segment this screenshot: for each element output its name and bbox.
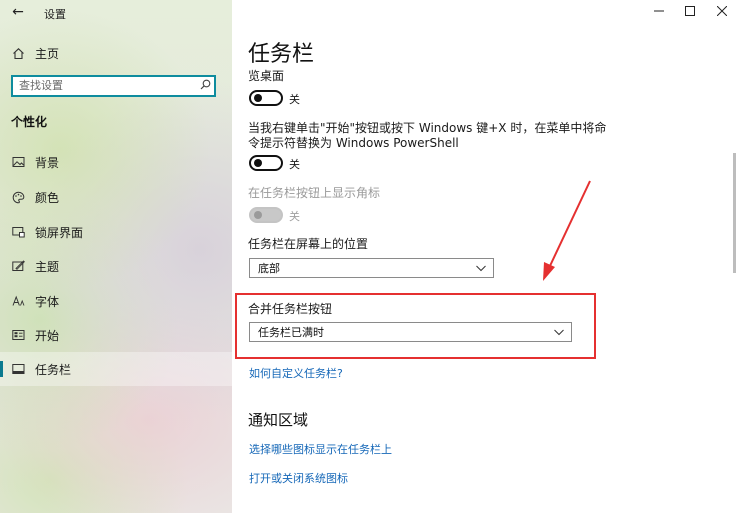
chevron-down-icon [476, 265, 486, 272]
sidebar-item-lockscreen[interactable]: 锁屏界面 [0, 215, 232, 249]
badges-state: 关 [289, 210, 300, 223]
notification-area-title: 通知区域 [248, 411, 309, 429]
badges-toggle[interactable] [249, 207, 283, 223]
peek-label: 览桌面 [248, 69, 285, 83]
sidebar-item-label: 背景 [35, 155, 60, 170]
sidebar-item-label: 锁屏界面 [35, 225, 84, 240]
back-arrow-icon[interactable]: ← [9, 4, 27, 20]
powershell-toggle[interactable] [249, 155, 283, 171]
highlight-box [235, 293, 596, 359]
main-panel: 任务栏 览桌面 关 当我右键单击"开始"按钮或按下 Windows 键+X 时，… [232, 0, 740, 513]
sidebar-item-background[interactable]: 背景 [0, 145, 232, 179]
location-dropdown[interactable]: 底部 [249, 258, 494, 278]
sidebar-item-themes[interactable]: 主题 [0, 249, 232, 283]
system-icons-link[interactable]: 打开或关闭系统图标 [249, 470, 348, 486]
sidebar-item-label: 主页 [35, 46, 60, 61]
sidebar-item-label: 开始 [35, 328, 60, 343]
sidebar-item-home[interactable]: 主页 [0, 36, 232, 70]
picture-icon [11, 155, 25, 169]
sidebar-item-fonts[interactable]: 字体 [0, 284, 232, 318]
peek-state: 关 [289, 93, 300, 106]
page-title: 任务栏 [248, 42, 315, 67]
sidebar-item-label: 主题 [35, 259, 60, 274]
theme-icon [11, 259, 25, 273]
sidebar-item-taskbar[interactable]: 任务栏 [0, 352, 232, 386]
sidebar-item-colors[interactable]: 颜色 [0, 180, 232, 214]
powershell-label-line2: 令提示符替换为 Windows PowerShell [248, 136, 459, 150]
location-value: 底部 [258, 262, 280, 275]
taskbar-icon [11, 362, 25, 376]
section-label: 个性化 [11, 115, 48, 129]
sidebar: ← 设置 主页 个性化 背景 颜色 锁屏界面 主题 [0, 0, 232, 513]
powershell-state: 关 [289, 158, 300, 171]
maximize-icon[interactable] [675, 2, 705, 20]
select-icons-link[interactable]: 选择哪些图标显示在任务栏上 [249, 441, 392, 457]
sidebar-item-label: 字体 [35, 294, 60, 309]
powershell-label-line1: 当我右键单击"开始"按钮或按下 Windows 键+X 时，在菜单中将命 [248, 121, 607, 135]
customize-taskbar-link[interactable]: 如何自定义任务栏? [249, 365, 343, 381]
sidebar-item-start[interactable]: 开始 [0, 318, 232, 352]
search-box[interactable] [11, 75, 216, 97]
font-icon [11, 294, 25, 308]
badges-label: 在任务栏按钮上显示角标 [248, 186, 381, 200]
sidebar-item-label: 任务栏 [35, 362, 72, 377]
start-icon [11, 328, 25, 342]
search-icon[interactable] [200, 79, 214, 93]
lock-screen-icon [11, 225, 25, 239]
close-icon[interactable] [707, 2, 737, 20]
minimize-icon[interactable] [644, 2, 674, 20]
palette-icon [11, 190, 25, 204]
home-icon [11, 46, 25, 60]
sidebar-item-label: 颜色 [35, 190, 60, 205]
peek-toggle[interactable] [249, 90, 283, 106]
location-label: 任务栏在屏幕上的位置 [248, 237, 369, 251]
search-input[interactable] [13, 79, 201, 93]
scrollbar[interactable] [733, 153, 736, 273]
app-title: 设置 [44, 8, 66, 21]
